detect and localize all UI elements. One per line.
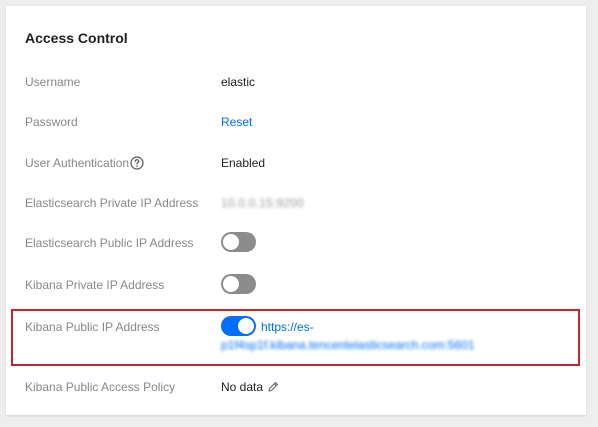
kibana-private-ip-label: Kibana Private IP Address	[25, 278, 165, 292]
username-label: Username	[25, 75, 81, 89]
user-authentication-value: Enabled	[221, 156, 266, 170]
pencil-icon[interactable]	[267, 381, 279, 393]
es-private-ip-label: Elasticsearch Private IP Address	[25, 196, 199, 210]
question-circle-icon[interactable]	[130, 156, 144, 170]
username-value: elastic	[221, 75, 256, 89]
card-title: Access Control	[25, 30, 128, 46]
row-user-authentication: User Authentication Enabled	[25, 155, 578, 177]
es-public-ip-toggle[interactable]	[221, 232, 256, 252]
row-username: Username elastic	[25, 74, 578, 96]
password-label: Password	[25, 115, 78, 129]
row-kibana-public-access-policy: Kibana Public Access Policy No data	[25, 379, 578, 401]
kibana-public-access-policy-label: Kibana Public Access Policy	[25, 380, 176, 394]
policy-value-text: No data	[221, 380, 264, 394]
es-private-ip-value: 10.0.0.15:9200	[221, 196, 304, 210]
row-es-private-ip: Elasticsearch Private IP Address 10.0.0.…	[25, 195, 578, 217]
user-authentication-label-text: User Authentication	[25, 156, 130, 170]
access-control-card: Access Control Username elastic Password…	[6, 6, 586, 415]
kibana-private-ip-toggle[interactable]	[221, 274, 256, 294]
user-authentication-label: User Authentication	[25, 155, 220, 171]
es-public-ip-label: Elasticsearch Public IP Address	[25, 236, 194, 250]
row-password: Password Reset	[25, 114, 578, 136]
toggle-knob	[223, 234, 239, 250]
reset-password-link[interactable]: Reset	[221, 114, 252, 130]
row-kibana-private-ip: Kibana Private IP Address	[25, 274, 578, 299]
row-es-public-ip: Elasticsearch Public IP Address	[25, 232, 578, 257]
kibana-public-access-policy-value: No data	[221, 379, 279, 395]
kibana-public-ip-highlight	[11, 309, 580, 366]
toggle-knob	[223, 276, 239, 292]
